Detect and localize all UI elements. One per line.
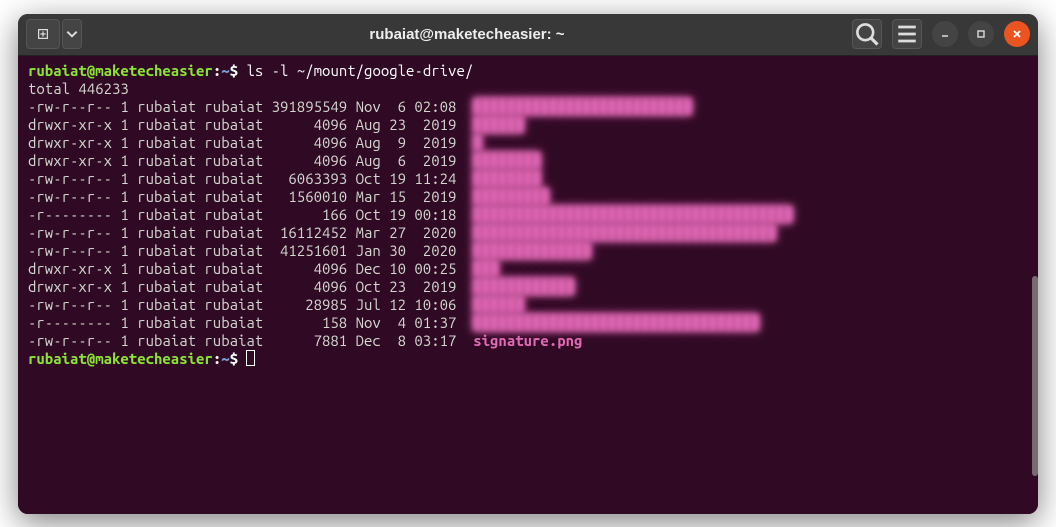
file-name: ██████: [473, 116, 523, 133]
file-name: signature.png: [473, 332, 582, 349]
file-name: ██████████████████████████: [473, 98, 691, 115]
terminal-window: rubaiat@maketecheasier: ~ rubaiat@makete…: [18, 14, 1038, 514]
list-row: drwxr-xr-x 1 rubaiat rubaiat 4096 Oct 23…: [28, 278, 574, 295]
prompt-path: ~: [221, 350, 229, 367]
titlebar-right: [852, 19, 1030, 49]
list-row: -rw-r--r-- 1 rubaiat rubaiat 41251601 Ja…: [28, 242, 591, 259]
new-tab-icon: [36, 27, 50, 41]
chevron-down-icon: [65, 27, 79, 41]
maximize-button[interactable]: [968, 21, 994, 47]
list-row: -r-------- 1 rubaiat rubaiat 166 Oct 19 …: [28, 206, 792, 223]
file-name: ████████: [473, 170, 540, 187]
terminal-body[interactable]: rubaiat@maketecheasier:~$ ls -l ~/mount/…: [18, 56, 1038, 514]
prompt-separator: :: [213, 350, 221, 367]
list-row: -rw-r--r-- 1 rubaiat rubaiat 28985 Jul 1…: [28, 296, 524, 313]
list-row: -rw-r--r-- 1 rubaiat rubaiat 391895549 N…: [28, 98, 692, 115]
titlebar-left: [26, 19, 82, 49]
titlebar: rubaiat@maketecheasier: ~: [18, 14, 1038, 56]
list-row: drwxr-xr-x 1 rubaiat rubaiat 4096 Aug 9 …: [28, 134, 482, 151]
file-name: ██████: [473, 296, 523, 313]
file-listing: -rw-r--r-- 1 rubaiat rubaiat 391895549 N…: [28, 98, 792, 349]
command-text: ls -l ~/mount/google-drive/: [246, 62, 473, 79]
file-name: ████████████: [473, 278, 574, 295]
new-tab-button[interactable]: [26, 19, 60, 49]
list-row: drwxr-xr-x 1 rubaiat rubaiat 4096 Aug 23…: [28, 116, 524, 133]
close-icon: [1011, 28, 1023, 40]
prompt-user-host: rubaiat@maketecheasier: [28, 62, 213, 79]
search-icon: [853, 20, 881, 48]
file-name: ██████████████████████████████████: [473, 314, 759, 331]
file-name: █████████: [473, 188, 549, 205]
list-row: -r-------- 1 rubaiat rubaiat 158 Nov 4 0…: [28, 314, 759, 331]
total-line: total 446233: [28, 80, 129, 97]
prompt-dollar: $: [230, 350, 238, 367]
list-row: -rw-r--r-- 1 rubaiat rubaiat 6063393 Oct…: [28, 170, 540, 187]
minimize-icon: [939, 28, 951, 40]
prompt-separator: :: [213, 62, 221, 79]
file-name: ████████████████████████████████████: [473, 224, 775, 241]
maximize-icon: [975, 28, 987, 40]
menu-button[interactable]: [892, 19, 922, 49]
minimize-button[interactable]: [932, 21, 958, 47]
search-button[interactable]: [852, 19, 882, 49]
prompt-dollar: $: [230, 62, 238, 79]
file-name: ██████████████: [473, 242, 591, 259]
list-row: drwxr-xr-x 1 rubaiat rubaiat 4096 Aug 6 …: [28, 152, 540, 169]
close-button[interactable]: [1004, 21, 1030, 47]
prompt-user-host: rubaiat@maketecheasier: [28, 350, 213, 367]
list-row: -rw-r--r-- 1 rubaiat rubaiat 16112452 Ma…: [28, 224, 776, 241]
window-title: rubaiat@maketecheasier: ~: [88, 26, 846, 43]
cursor: [246, 350, 255, 366]
list-row: -rw-r--r-- 1 rubaiat rubaiat 7881 Dec 8 …: [28, 332, 582, 349]
prompt-path: ~: [221, 62, 229, 79]
scrollbar-thumb[interactable]: [1032, 276, 1038, 476]
list-row: drwxr-xr-x 1 rubaiat rubaiat 4096 Dec 10…: [28, 260, 498, 277]
file-name: ███: [473, 260, 498, 277]
list-row: -rw-r--r-- 1 rubaiat rubaiat 1560010 Mar…: [28, 188, 549, 205]
prompt-line-1: rubaiat@maketecheasier:~$ ls -l ~/mount/…: [28, 62, 473, 79]
file-name: ████████: [473, 152, 540, 169]
prompt-line-2: rubaiat@maketecheasier:~$: [28, 350, 255, 367]
new-tab-dropdown[interactable]: [62, 19, 82, 49]
hamburger-icon: [893, 20, 921, 48]
file-name: █: [473, 134, 481, 151]
file-name: ██████████████████████████████████████: [473, 206, 792, 223]
